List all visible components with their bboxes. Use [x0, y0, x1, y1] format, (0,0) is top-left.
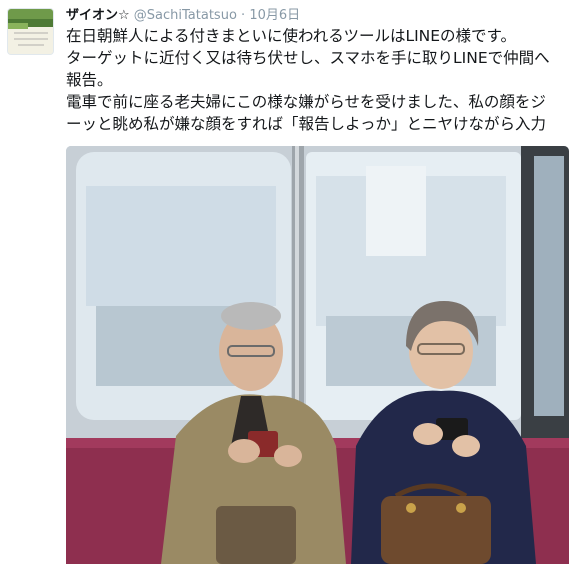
avatar[interactable] [7, 8, 54, 55]
tweet-photo[interactable] [66, 146, 569, 564]
tweet-text: 在日朝鮮人による付きまといに使われるツールはLINEの様です。 ターゲットに近付… [66, 25, 566, 135]
tweet-header: ザイオン☆ @SachiTatatsuo · 10月6日 [66, 7, 300, 24]
tweet-text-line: 電車で前に座る老夫婦にこの様な嫌がらせを受けました、私の顔をジ [66, 93, 546, 111]
tweet-text-line: ーッと眺め私が嫌な顔をすれば「報告しよっか」とニヤけながら入力 [66, 115, 547, 133]
timestamp-link[interactable]: 10月6日 [249, 8, 300, 23]
tweet-text-line: ターゲットに近付く又は待ち伏せし、スマホを手に取りLINEで仲間へ [66, 49, 550, 67]
tweet-text-line: 報告。 [66, 71, 113, 89]
display-name[interactable]: ザイオン☆ [66, 8, 130, 23]
tweet-text-line: 在日朝鮮人による付きまといに使われるツールはLINEの様です。 [66, 27, 516, 45]
user-handle[interactable]: @SachiTatatsuo [134, 8, 237, 23]
tweet[interactable]: ザイオン☆ @SachiTatatsuo · 10月6日 在日朝鮮人による付きま… [0, 0, 574, 564]
separator-dot: · [241, 8, 246, 23]
train-photo-image [66, 146, 569, 564]
